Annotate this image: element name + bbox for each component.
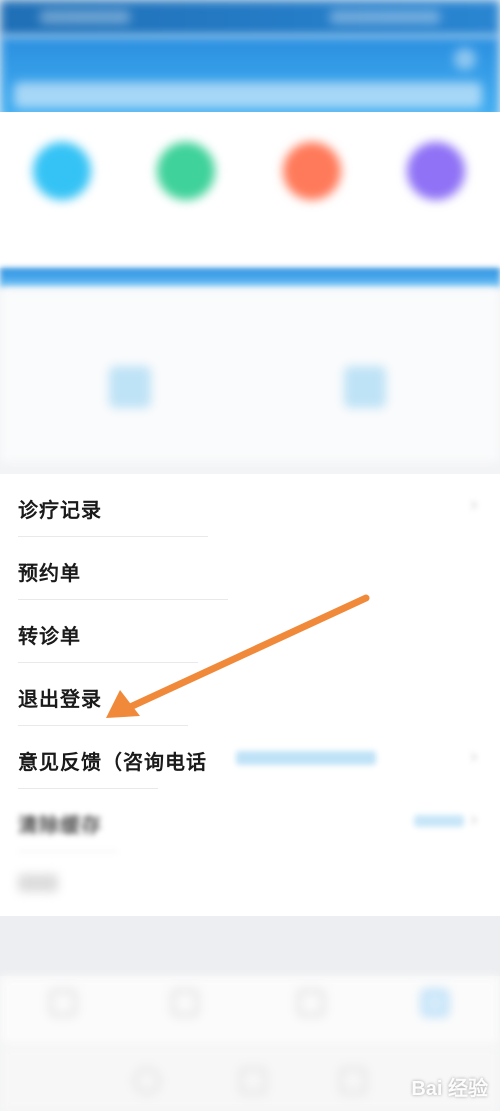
quick-action-4[interactable] <box>386 142 486 232</box>
menu-item-clear-cache[interactable]: 清除缓存 › <box>0 789 500 852</box>
quick-action-1-label <box>12 214 112 232</box>
tab-3[interactable] <box>266 990 356 1035</box>
menu-item-about-label <box>18 874 58 892</box>
nav-home-icon[interactable] <box>240 1068 266 1094</box>
tab-2-label <box>140 1022 230 1035</box>
menu-item-records[interactable]: 诊疗记录 › <box>0 474 500 537</box>
tab-2[interactable] <box>140 990 230 1035</box>
tab-3-icon <box>298 990 324 1016</box>
quick-action-1-icon <box>33 142 91 200</box>
menu-item-logout[interactable]: 退出登录 <box>0 663 500 726</box>
search-bar[interactable] <box>14 82 482 108</box>
tab-4-icon <box>422 990 448 1016</box>
feedback-phone-value <box>236 751 376 765</box>
menu-item-appointments-label: 预约单 <box>18 561 81 585</box>
chevron-right-icon: › <box>470 744 478 768</box>
order-type-1-label <box>80 418 180 433</box>
header <box>0 36 500 120</box>
tab-4[interactable] <box>390 990 480 1035</box>
section-divider <box>0 268 500 288</box>
orders-title <box>16 310 21 329</box>
menu-item-appointments[interactable]: 预约单 <box>0 537 500 600</box>
menu-item-about[interactable] <box>0 852 500 915</box>
nav-back-icon[interactable] <box>134 1068 160 1094</box>
menu-item-feedback-label: 意见反馈（咨询电话 <box>18 750 207 774</box>
nav-recent-icon[interactable] <box>340 1068 366 1094</box>
quick-action-1[interactable] <box>12 142 112 232</box>
chevron-right-icon: › <box>470 492 478 516</box>
quick-action-4-label <box>386 214 486 232</box>
cache-size-value <box>414 815 464 827</box>
spacer-band <box>0 916 500 976</box>
menu-item-clear-cache-label: 清除缓存 <box>18 813 102 837</box>
quick-action-3-label <box>262 214 362 232</box>
quick-action-4-icon <box>407 142 465 200</box>
quick-action-2-icon <box>157 142 215 200</box>
chevron-right-icon: › <box>470 807 478 831</box>
tab-bar <box>0 976 500 1046</box>
status-right-indicators <box>330 10 440 24</box>
menu-item-feedback[interactable]: 意见反馈（咨询电话 › <box>0 726 500 789</box>
order-type-2-icon <box>344 366 386 408</box>
status-left-indicators <box>40 10 130 24</box>
menu-item-logout-label: 退出登录 <box>18 687 102 711</box>
tab-4-label <box>390 1022 480 1035</box>
menu-item-referrals-label: 转诊单 <box>18 624 81 648</box>
quick-action-2-label <box>136 214 236 232</box>
order-type-2[interactable] <box>315 366 415 433</box>
tab-3-label <box>266 1022 356 1035</box>
quick-action-3-icon <box>283 142 341 200</box>
message-icon[interactable] <box>454 48 476 70</box>
tab-1[interactable] <box>18 990 108 1035</box>
orders-more-link[interactable] <box>472 312 476 328</box>
quick-action-3[interactable] <box>262 142 362 232</box>
order-type-1-icon <box>109 366 151 408</box>
status-bar <box>0 0 500 36</box>
order-type-1[interactable] <box>80 366 180 433</box>
menu-item-records-label: 诊疗记录 <box>18 498 102 522</box>
watermark-logo: Bai 经验 <box>411 1078 488 1100</box>
menu-list: 诊疗记录 › 预约单 转诊单 退出登录 意见反馈（咨询电话 › 清除缓存 › <box>0 474 500 916</box>
order-type-2-label <box>315 418 415 433</box>
quick-action-2[interactable] <box>136 142 236 232</box>
menu-item-referrals[interactable]: 转诊单 <box>0 600 500 663</box>
tab-1-icon <box>50 990 76 1016</box>
tab-1-label <box>18 1022 108 1035</box>
tab-2-icon <box>172 990 198 1016</box>
orders-panel <box>0 288 500 462</box>
quick-actions <box>0 112 500 268</box>
